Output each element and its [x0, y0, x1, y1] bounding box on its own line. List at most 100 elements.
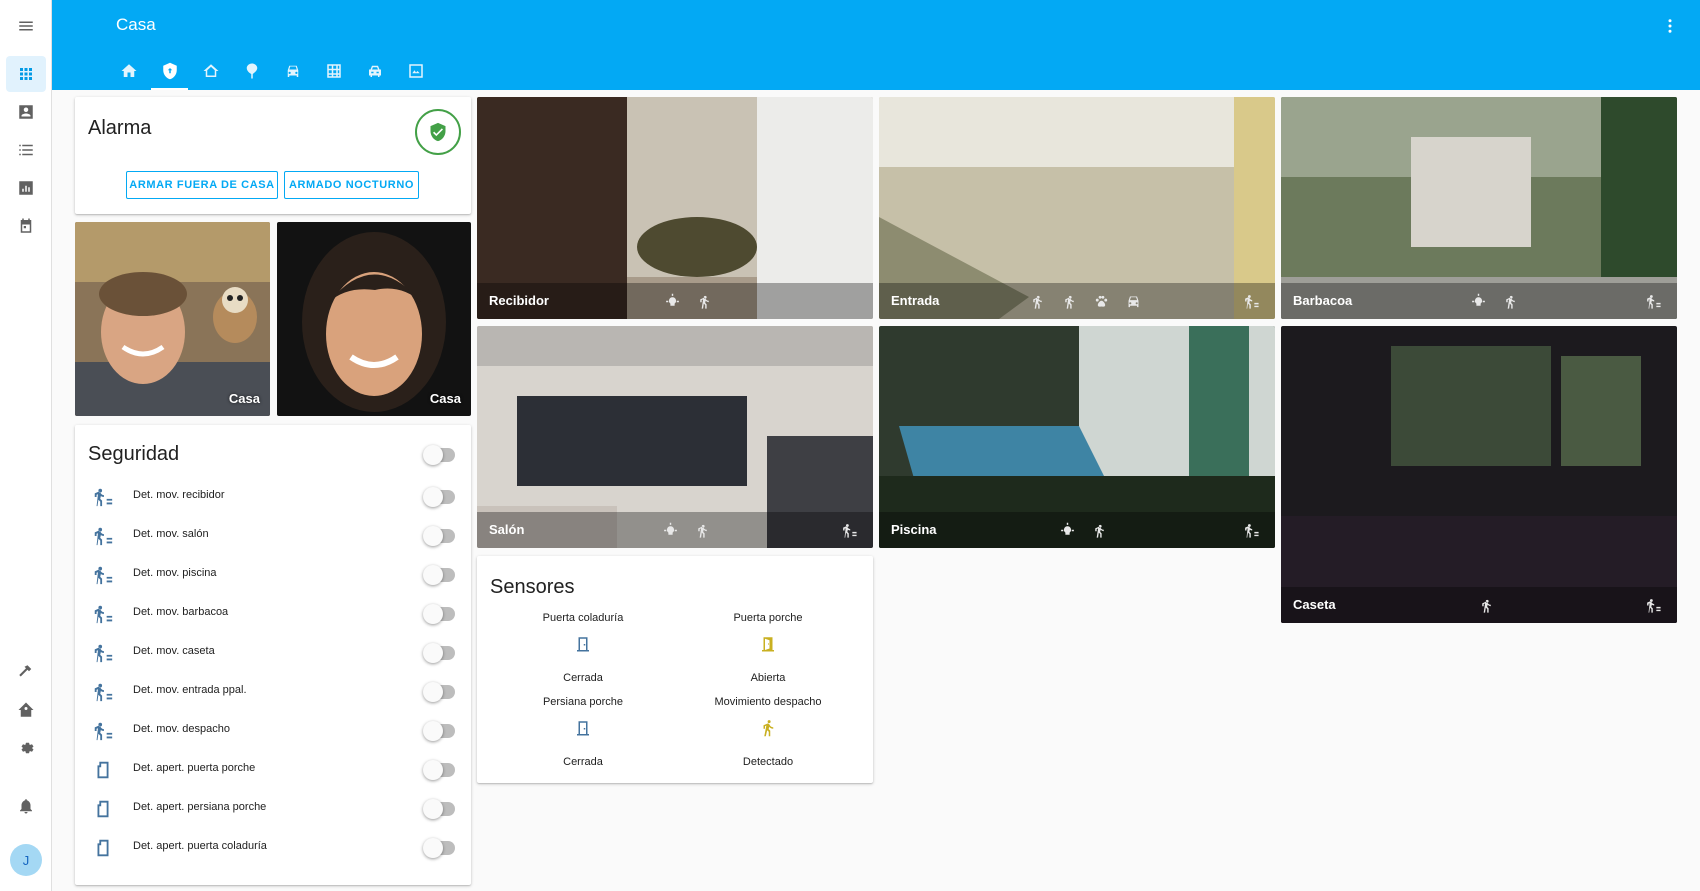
sensor-tile[interactable]: Puerta porche Abierta: [676, 612, 860, 692]
camera-tile[interactable]: Salón: [477, 326, 873, 548]
sensor-tile[interactable]: Movimiento despacho Detectado: [676, 696, 860, 776]
hammer-icon: [19, 665, 32, 677]
entity-toggle[interactable]: [423, 721, 455, 741]
entity-label: Det. apert. persiana porche: [133, 801, 267, 813]
entity-label: Det. mov. salón: [133, 528, 209, 540]
page-title: Casa: [116, 15, 156, 34]
sidebar-item-settings[interactable]: [6, 730, 46, 766]
arm-night-button[interactable]: ARMADO NOCTURNO: [284, 171, 419, 199]
user-avatar[interactable]: J: [10, 844, 42, 876]
entity-label: Det. mov. entrada ppal.: [133, 684, 247, 696]
entity-row: Det. mov. despacho: [75, 713, 470, 749]
sidebar-item-developer-tools[interactable]: [6, 654, 46, 690]
tab-security[interactable]: [149, 52, 190, 90]
walk-icon: [692, 520, 712, 540]
image-panel-icon: [408, 64, 423, 78]
camera-tile[interactable]: Barbacoa: [1281, 97, 1677, 319]
entity-row: Det. apert. puerta coladuría: [75, 830, 470, 866]
alarm-state-badge[interactable]: [415, 109, 461, 155]
chart-box-icon: [19, 181, 33, 195]
tab-home[interactable]: [108, 52, 149, 90]
tab-house[interactable]: [190, 52, 231, 90]
entity-toggle[interactable]: [423, 565, 455, 585]
view-tabs: [108, 52, 436, 90]
sidebar-item-notifications[interactable]: [6, 788, 46, 824]
entity-toggle[interactable]: [423, 643, 455, 663]
entity-toggle[interactable]: [423, 604, 455, 624]
motion-sensor-icon: [839, 520, 859, 540]
sensor-state: Cerrada: [563, 672, 603, 684]
alarm-card: Alarma ARMAR FUERA DE CASA ARMADO NOCTUR…: [75, 97, 471, 214]
entity-toggle[interactable]: [423, 799, 455, 819]
sensor-name: Persiana porche: [542, 696, 624, 708]
entity-row: Det. mov. salón: [75, 518, 470, 554]
motion-sensor-icon: [1643, 291, 1663, 311]
tab-grid[interactable]: [313, 52, 354, 90]
tab-floorplan[interactable]: [395, 52, 436, 90]
sensor-tile[interactable]: Persiana porche Cerrada: [491, 696, 675, 776]
camera-name: Caseta: [1293, 597, 1336, 612]
app-header: Casa: [52, 0, 1700, 90]
sensor-name: Movimiento despacho: [714, 696, 822, 708]
sidebar-item-hacs[interactable]: [6, 692, 46, 728]
sensor-state: Abierta: [750, 672, 786, 684]
door-sensor-icon: [91, 758, 115, 782]
dots-vertical-icon: [1668, 19, 1672, 33]
entity-toggle[interactable]: [423, 526, 455, 546]
camera-tile[interactable]: Caseta: [1281, 326, 1677, 623]
sidebar-item-overview[interactable]: [6, 56, 46, 92]
home-assistant-icon: [18, 702, 34, 717]
walk-icon: [1500, 291, 1520, 311]
person-tile[interactable]: Casa: [277, 222, 471, 416]
sidebar-item-calendar[interactable]: [6, 208, 46, 244]
account-box-icon: [19, 105, 33, 119]
person-photo: [277, 222, 471, 416]
entity-label: Det. apert. puerta coladuría: [133, 840, 267, 852]
sensor-tile[interactable]: Puerta coladuría Cerrada: [491, 612, 675, 692]
format-list-icon: [19, 144, 33, 156]
camera-tile[interactable]: Entrada: [879, 97, 1275, 319]
arm-away-button[interactable]: ARMAR FUERA DE CASA: [126, 171, 278, 199]
home-outline-icon: [203, 64, 218, 77]
entity-label: Det. apert. puerta porche: [133, 762, 256, 774]
run-icon: [758, 718, 778, 738]
entity-toggle[interactable]: [423, 487, 455, 507]
tab-garage[interactable]: [272, 52, 313, 90]
entity-row: Det. mov. piscina: [75, 557, 470, 593]
hamburger-icon: [19, 21, 33, 31]
entity-row: Det. mov. barbacoa: [75, 596, 470, 632]
overflow-menu-button[interactable]: [1658, 14, 1682, 38]
sensors-title: Sensores: [490, 576, 575, 598]
entity-toggle[interactable]: [423, 760, 455, 780]
car-icon: [1123, 291, 1143, 311]
calendar-icon: [20, 218, 32, 233]
motion-sensor-icon: [91, 641, 115, 665]
entity-label: Det. mov. piscina: [133, 567, 217, 579]
walk-icon: [694, 291, 714, 311]
sensor-state: Detectado: [742, 756, 794, 768]
entity-toggle[interactable]: [423, 838, 455, 858]
car-side-icon: [368, 65, 381, 77]
door-sensor-icon: [91, 797, 115, 821]
sidebar-item-logbook[interactable]: [6, 132, 46, 168]
bell-icon: [20, 799, 32, 814]
sidebar-item-map[interactable]: [6, 94, 46, 130]
security-card: Seguridad Det. mov. recibidor Det. mov. s…: [75, 425, 471, 885]
sidebar: J: [0, 0, 52, 891]
motion-sensor-icon: [1241, 520, 1261, 540]
security-master-toggle[interactable]: [423, 445, 455, 465]
entity-toggle[interactable]: [423, 682, 455, 702]
door-open-icon: [758, 634, 778, 654]
camera-name: Piscina: [891, 522, 937, 537]
light-icon: [662, 291, 682, 311]
camera-tile[interactable]: Recibidor: [477, 97, 873, 319]
tab-vehicle[interactable]: [354, 52, 395, 90]
tab-garden[interactable]: [231, 52, 272, 90]
person-photo: [75, 222, 270, 416]
camera-tile[interactable]: Piscina: [879, 326, 1275, 548]
menu-button[interactable]: [6, 8, 46, 44]
person-tile[interactable]: Casa: [75, 222, 270, 416]
sensor-name: Puerta coladuría: [542, 612, 624, 624]
sidebar-item-history[interactable]: [6, 170, 46, 206]
entity-label: Det. mov. despacho: [133, 723, 231, 735]
